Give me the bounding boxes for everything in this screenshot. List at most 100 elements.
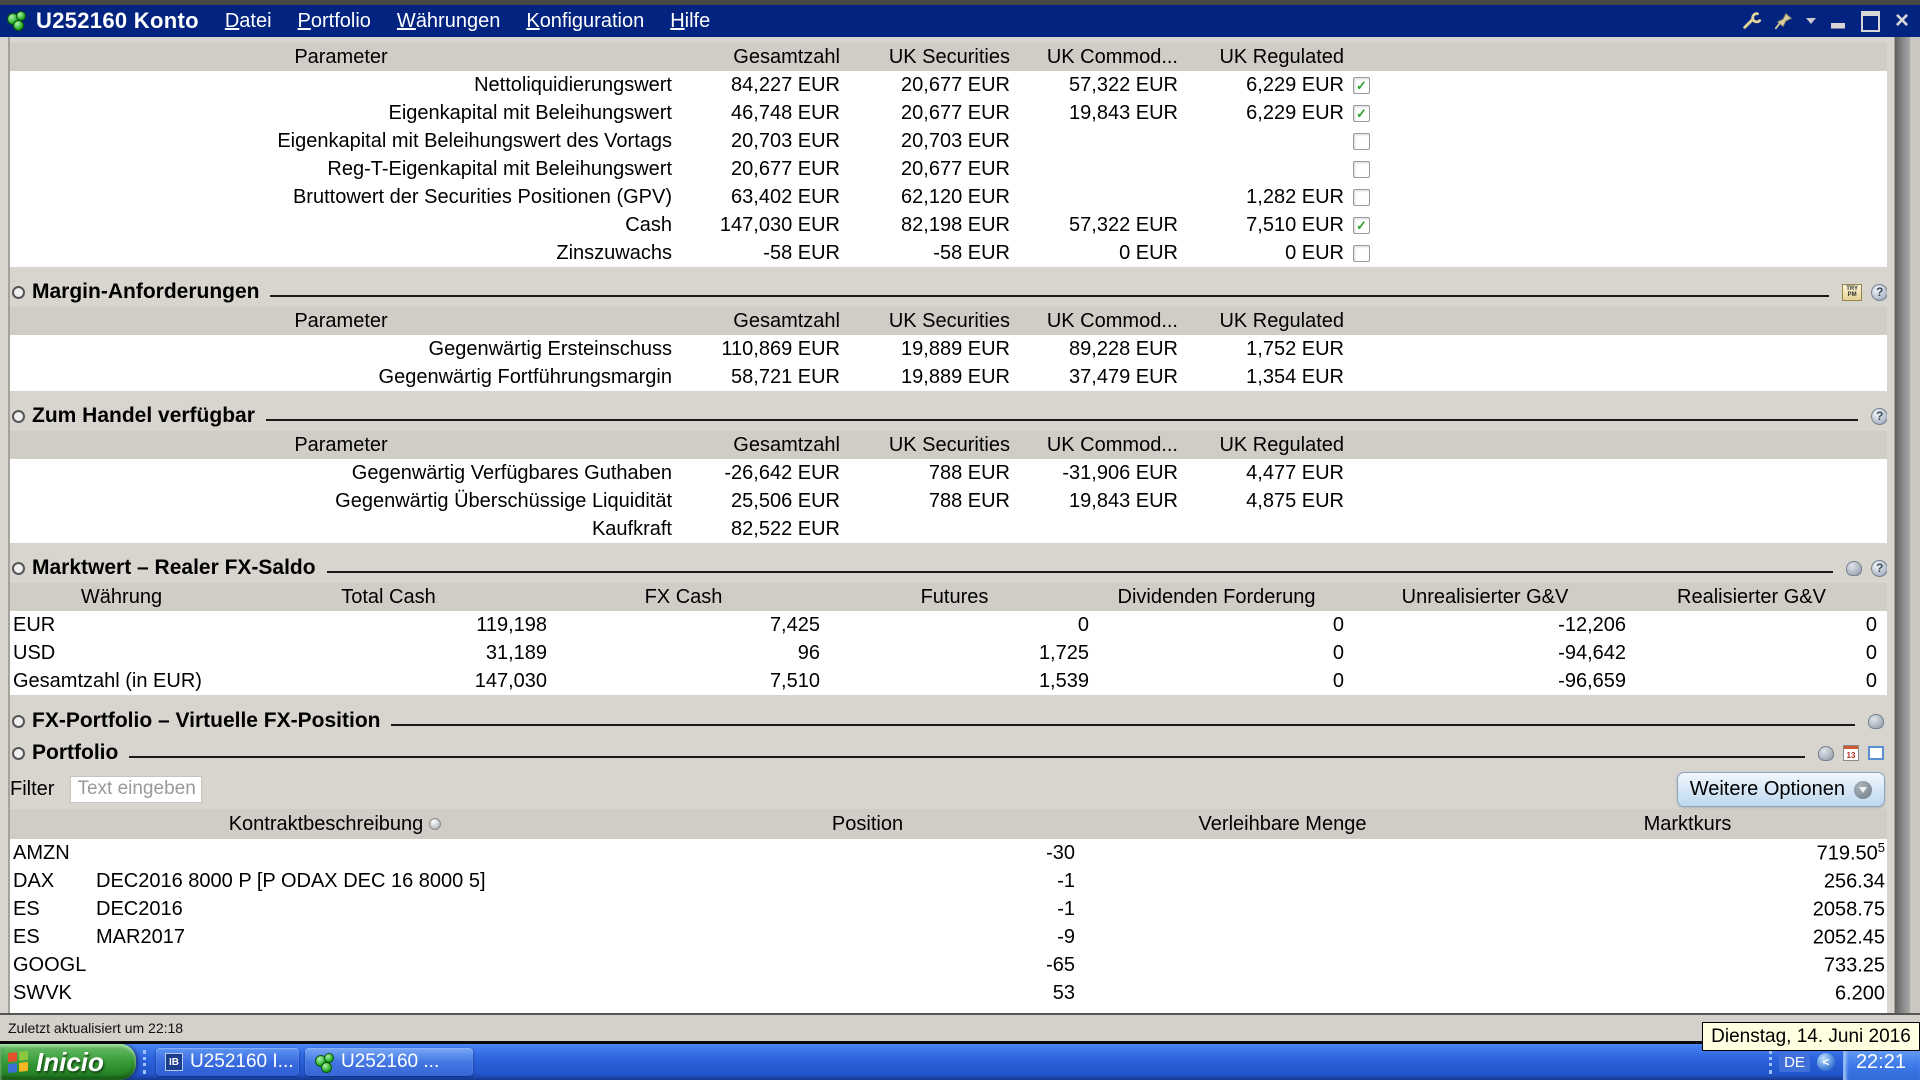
filter-input[interactable] (70, 775, 203, 803)
fx-table: Währung Total Cash FX Cash Futures Divid… (10, 583, 1887, 695)
balances-table-header: Parameter Gesamtzahl UK Securities UK Co… (10, 43, 1887, 71)
calendar-icon[interactable]: 13 (1843, 745, 1859, 761)
balances-table: Parameter Gesamtzahl UK Securities UK Co… (10, 43, 1887, 267)
wrench-icon[interactable] (1742, 12, 1762, 30)
help-icon[interactable]: ? (1871, 283, 1889, 301)
hand-icon[interactable] (1868, 713, 1884, 729)
window-icon[interactable] (1868, 746, 1884, 760)
menu-waehrungen[interactable]: Währungen (397, 10, 500, 33)
portfolio-row[interactable]: ES DEC2016 -1 2058.75 (10, 895, 1887, 923)
row-checkbox[interactable] (1353, 132, 1370, 150)
dropdown-icon (1854, 780, 1872, 799)
taskbar-button-tws[interactable]: IB U252160 I... (156, 1048, 299, 1076)
taskbar-button-konto[interactable]: U252160 ... (305, 1048, 473, 1076)
more-options-button[interactable]: Weitere Optionen (1676, 772, 1885, 807)
section-header-portfolio[interactable]: Portfolio 13 ? (0, 737, 1920, 769)
table-row[interactable]: EUR 119,198 7,425 0 0 -12,206 0 (10, 611, 1887, 639)
account-window-content: Parameter Gesamtzahl UK Securities UK Co… (0, 37, 1920, 1013)
hand-icon[interactable] (1846, 560, 1863, 576)
help-icon[interactable]: ? (1871, 559, 1889, 577)
try-pm-icon[interactable]: TRY PM (1842, 283, 1863, 301)
chevron-down-icon[interactable] (1806, 18, 1816, 24)
collapse-toggle-icon (12, 746, 25, 760)
content-left-border (8, 37, 10, 1013)
menu-portfolio[interactable]: Portfolio (298, 10, 371, 33)
help-icon[interactable]: ? (1871, 407, 1889, 425)
row-checkbox[interactable] (1353, 160, 1370, 178)
col-header-uk-regulated: UK Regulated (1219, 45, 1344, 68)
col-header-verleihbare-menge[interactable]: Verleihbare Menge (1075, 813, 1490, 836)
ib-icon: IB (165, 1053, 183, 1071)
start-button[interactable]: Inicio (0, 1044, 136, 1080)
row-checkbox[interactable] (1353, 188, 1370, 206)
table-row[interactable]: Eigenkapital mit Beleihungswert 46,748 E… (10, 99, 1887, 127)
section-header-available[interactable]: Zum Handel verfügbar ? + (0, 401, 1920, 431)
col-header-uk-securities: UK Securities (888, 45, 1010, 68)
tray-app-icon[interactable]: < (1816, 1053, 1835, 1071)
table-row[interactable]: Zinszuwachs -58 EUR -58 EUR 0 EUR 0 EUR (10, 239, 1887, 267)
portfolio-table: Kontraktbeschreibung Position Verleihbar… (10, 809, 1887, 1007)
table-row[interactable]: Gesamtzahl (in EUR) 147,030 7,510 1,539 … (10, 667, 1887, 695)
row-checkbox[interactable] (1353, 104, 1370, 122)
margin-table-header: Parameter Gesamtzahl UK Securities UK Co… (10, 307, 1887, 335)
table-row[interactable]: Gegenwärtig Ersteinschuss 110,869 EUR 19… (10, 335, 1887, 363)
table-row[interactable]: Gegenwärtig Fortführungsmargin 58,721 EU… (10, 363, 1887, 391)
collapse-toggle-icon (12, 409, 25, 423)
col-header-marktkurs[interactable]: Marktkurs (1490, 813, 1885, 836)
filter-label: Filter (10, 777, 55, 800)
fx-table-header: Währung Total Cash FX Cash Futures Divid… (10, 583, 1887, 611)
margin-table: Parameter Gesamtzahl UK Securities UK Co… (10, 307, 1887, 391)
minimize-button[interactable] (1828, 12, 1848, 30)
portfolio-table-header: Kontraktbeschreibung Position Verleihbar… (10, 809, 1887, 839)
table-row[interactable]: Eigenkapital mit Beleihungswert des Vort… (10, 127, 1887, 155)
menu-hilfe[interactable]: Hilfe (670, 10, 710, 33)
portfolio-row[interactable]: ES MAR2017 -9 2052.45 (10, 923, 1887, 951)
row-checkbox[interactable] (1353, 76, 1370, 94)
statusbar: Zuletzt aktualisiert um 22:18 (0, 1013, 1920, 1041)
table-row[interactable]: Reg-T-Eigenkapital mit Beleihungswert 20… (10, 155, 1887, 183)
windows-logo-icon (8, 1050, 28, 1074)
portfolio-row[interactable]: AMZN -30 719.505 (10, 839, 1887, 867)
menu-datei[interactable]: Datei (225, 10, 272, 33)
portfolio-row[interactable]: DAX DEC2016 8000 P [P ODAX DEC 16 8000 5]… (10, 867, 1887, 895)
window-title: U252160 Konto (36, 8, 199, 33)
col-header-parameter: Parameter (294, 45, 388, 68)
section-header-fx-portfolio[interactable]: FX-Portfolio – Virtuelle FX-Position ? (0, 705, 1920, 737)
maximize-button[interactable] (1860, 10, 1880, 32)
table-row[interactable]: Nettoliquidierungswert 84,227 EUR 20,677… (10, 71, 1887, 99)
row-checkbox[interactable] (1353, 244, 1370, 262)
hand-icon[interactable] (1818, 745, 1834, 761)
available-table-header: Parameter Gesamtzahl UK Securities UK Co… (10, 431, 1887, 459)
table-row[interactable]: USD 31,189 96 1,725 0 -94,642 0 (10, 639, 1887, 667)
close-button[interactable]: × (1892, 9, 1912, 33)
col-header-gesamtzahl: Gesamtzahl (733, 45, 840, 68)
portfolio-row[interactable]: SWVK 53 6.200 (10, 979, 1887, 1007)
col-header-position[interactable]: Position (660, 813, 1075, 836)
table-row[interactable]: Bruttowert der Securities Positionen (GP… (10, 183, 1887, 211)
table-row[interactable]: Gegenwärtig Überschüssige Liquidität 25,… (10, 487, 1887, 515)
portfolio-row[interactable]: GOOGL -65 733.25 (10, 951, 1887, 979)
col-header-kontraktbeschreibung[interactable]: Kontraktbeschreibung (10, 813, 660, 836)
vertical-scrollbar[interactable] (1887, 37, 1920, 1013)
section-header-margin[interactable]: Margin-Anforderungen TRYPM ? + (0, 277, 1920, 307)
section-header-market-value[interactable]: Marktwert – Realer FX-Saldo ? + (0, 553, 1920, 583)
quick-launch-separator (143, 1050, 146, 1074)
table-row[interactable]: Kaufkraft 82,522 EUR (10, 515, 1887, 543)
row-checkbox[interactable] (1353, 216, 1370, 234)
menu-konfiguration[interactable]: Konfiguration (526, 10, 644, 33)
last-updated-text: Zuletzt aktualisiert um 22:18 (8, 1020, 184, 1036)
pin-icon[interactable] (1774, 12, 1794, 30)
collapse-toggle-icon (12, 285, 25, 299)
tray-separator (1769, 1050, 1773, 1074)
menubar: Datei Portfolio Währungen Konfiguration … (225, 10, 710, 33)
coins-app-icon (6, 11, 30, 31)
collapse-toggle-icon (12, 714, 25, 728)
table-row[interactable]: Cash 147,030 EUR 82,198 EUR 57,322 EUR 7… (10, 211, 1887, 239)
taskbar: Inicio IB U252160 I... U252160 ... DE < … (0, 1044, 1920, 1080)
date-tooltip: Dienstag, 14. Juni 2016 (1702, 1022, 1920, 1051)
collapse-toggle-icon (12, 561, 25, 575)
available-table: Parameter Gesamtzahl UK Securities UK Co… (10, 431, 1887, 543)
language-indicator[interactable]: DE (1779, 1052, 1810, 1072)
table-row[interactable]: Gegenwärtig Verfügbares Guthaben -26,642… (10, 459, 1887, 487)
tray-clock[interactable]: 22:21 (1856, 1051, 1906, 1074)
